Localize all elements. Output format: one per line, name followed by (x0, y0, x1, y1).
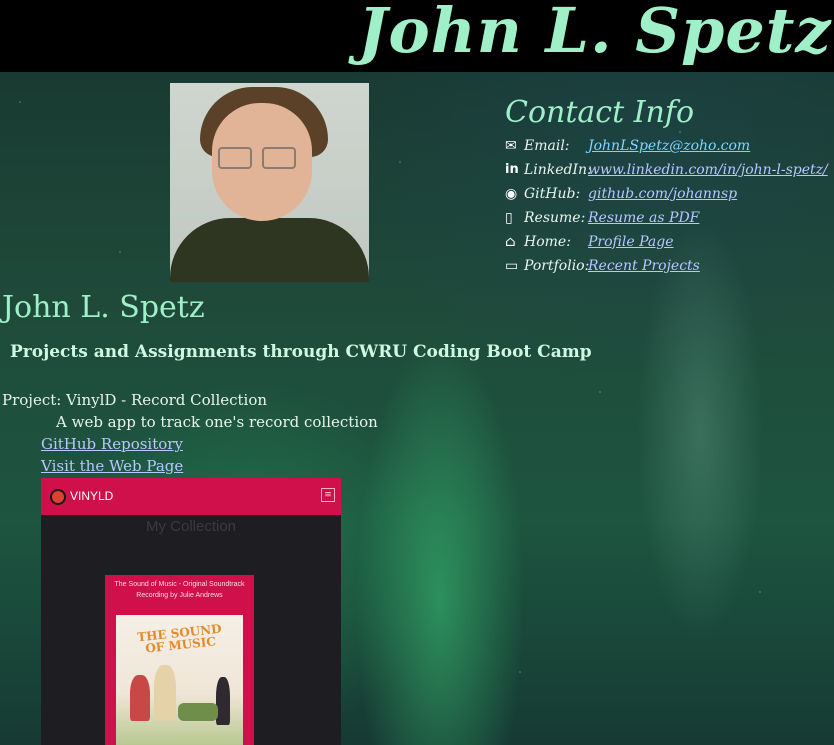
monitor-icon: ▭ (505, 258, 519, 274)
github-icon: ◉ (505, 186, 518, 202)
album-card-artist: Recording by Julie Andrews (136, 592, 223, 599)
vinyl-logo-icon (50, 489, 66, 505)
profile-photo (170, 83, 369, 282)
hamburger-menu-icon: ≡ (321, 488, 335, 502)
linkedin-icon: in (505, 162, 519, 177)
visit-web-page-link[interactable]: Visit the Web Page (41, 457, 183, 475)
linkedin-link[interactable]: www.linkedin.com/in/john-l-spetz/ (588, 162, 828, 178)
contact-label: Email: (524, 138, 570, 154)
page-subtitle: Projects and Assignments through CWRU Co… (10, 342, 592, 362)
contact-label: GitHub: (524, 186, 581, 202)
project-description: A web app to track one's record collecti… (56, 413, 378, 431)
contact-row-github: ◉ GitHub: github.com/johannsp (505, 184, 737, 208)
home-link[interactable]: Profile Page (588, 234, 673, 250)
app-brand: VINYLD (70, 489, 114, 503)
banner-name: John L. Spetz (358, 0, 832, 67)
contact-row-home: ⌂ Home: Profile Page (505, 232, 694, 256)
contact-label: Resume: (524, 210, 586, 226)
album-card: The Sound of Music - Original Soundtrack… (105, 575, 254, 745)
contact-row-portfolio: ▭ Portfolio: Recent Projects (505, 256, 700, 280)
collection-heading: My Collection (145, 518, 237, 535)
contact-label: LinkedIn: (524, 162, 592, 178)
header-bar: John L. Spetz (0, 0, 834, 72)
album-cover-title: THE SOUND OF MUSIC (136, 621, 223, 656)
envelope-icon: ✉ (505, 138, 517, 154)
email-link[interactable]: JohnLSpetz@zoho.com (588, 138, 750, 154)
profile-name: John L. Spetz (2, 290, 205, 325)
resume-link[interactable]: Resume as PDF (588, 210, 699, 226)
project-title: Project: VinylD - Record Collection (2, 391, 268, 409)
github-repo-link[interactable]: GitHub Repository (41, 435, 183, 453)
pdf-icon: ▯ (505, 210, 513, 226)
contact-section: Contact Info ✉ Email: JohnLSpetz@zoho.co… (505, 95, 828, 280)
app-navbar: VINYLD ≡ (41, 478, 341, 515)
contact-label: Home: (524, 234, 571, 250)
contact-label: Portfolio: (524, 258, 590, 274)
contact-title: Contact Info (505, 95, 695, 130)
album-cover: THE SOUND OF MUSIC (116, 615, 243, 745)
portfolio-link[interactable]: Recent Projects (588, 258, 700, 274)
contact-row-linkedin: in LinkedIn: www.linkedin.com/in/john-l-… (505, 160, 828, 184)
project-screenshot: VINYLD ≡ My Collection The Sound of Musi… (41, 478, 341, 745)
contact-row-resume: ▯ Resume: Resume as PDF (505, 208, 699, 232)
album-card-title: The Sound of Music - Original Soundtrack (114, 581, 245, 588)
home-icon: ⌂ (505, 234, 516, 250)
github-link[interactable]: github.com/johannsp (588, 186, 737, 202)
contact-row-email: ✉ Email: JohnLSpetz@zoho.com (505, 136, 750, 160)
